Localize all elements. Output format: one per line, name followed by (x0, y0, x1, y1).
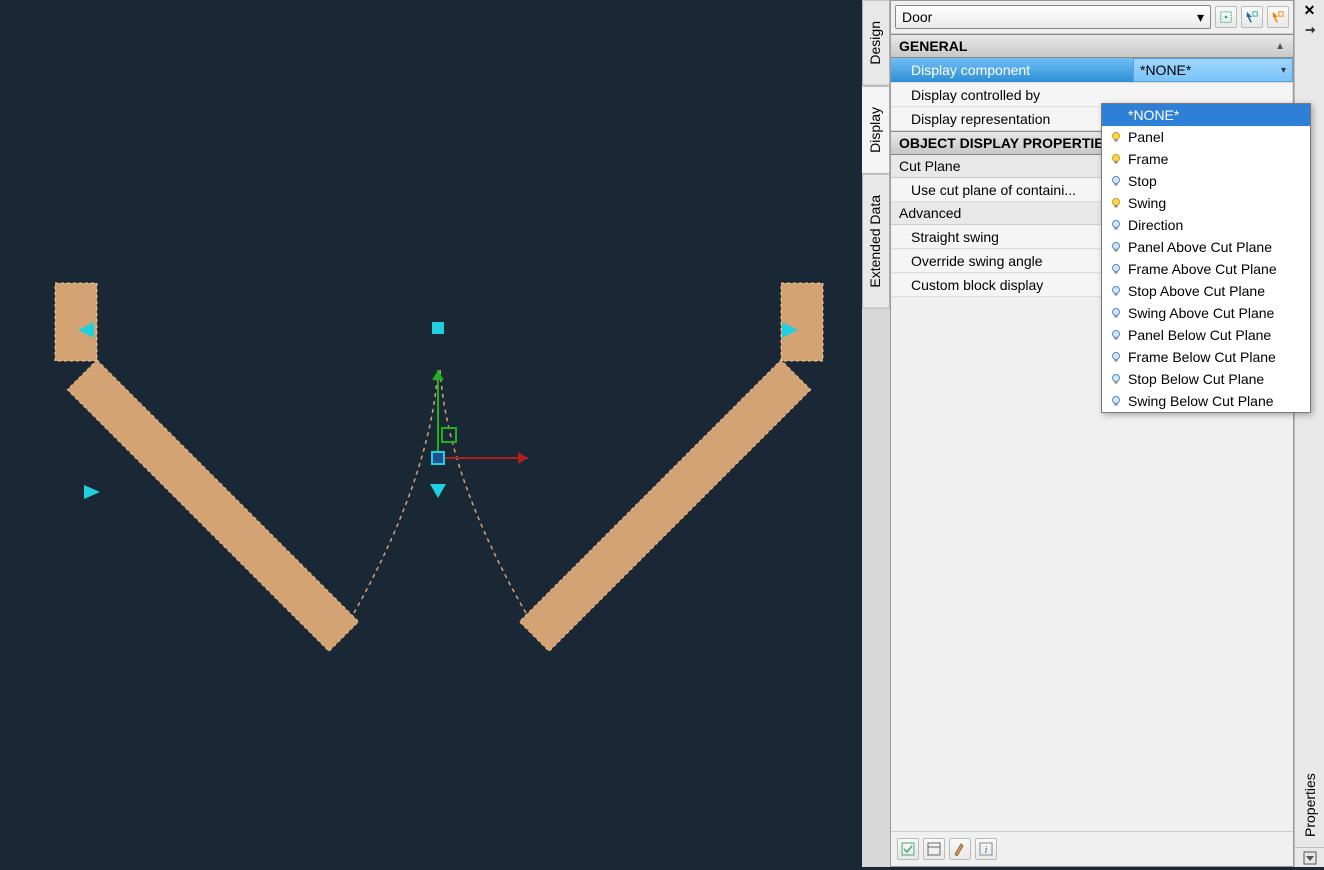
grip-arrow-right-1[interactable] (84, 485, 100, 499)
pin-icon[interactable] (1295, 20, 1324, 40)
drawing-canvas[interactable] (0, 0, 862, 867)
dropdown-option-label: Panel Above Cut Plane (1128, 239, 1272, 255)
door-leaf-right (519, 360, 810, 651)
tab-extended-data[interactable]: Extended Data (862, 174, 890, 309)
dropdown-option[interactable]: Stop Below Cut Plane (1102, 368, 1310, 390)
dropdown-option[interactable]: Panel (1102, 126, 1310, 148)
select-tool-2-icon[interactable] (1241, 6, 1263, 28)
wall-left (55, 283, 97, 361)
footer-btn-info-icon[interactable]: i (975, 838, 997, 860)
dropdown-option[interactable]: Panel Above Cut Plane (1102, 236, 1310, 258)
dropdown-option[interactable]: *NONE* (1102, 104, 1310, 126)
dropdown-option[interactable]: Stop (1102, 170, 1310, 192)
dropdown-option-label: Frame Above Cut Plane (1128, 261, 1277, 277)
object-type-label: Door (902, 9, 932, 25)
chevron-down-icon: ▾ (1197, 9, 1204, 26)
footer-btn-2[interactable] (923, 838, 945, 860)
svg-text:i: i (985, 845, 988, 856)
footer-btn-1[interactable] (897, 838, 919, 860)
dropdown-option-label: Swing Below Cut Plane (1128, 393, 1274, 409)
panel-footer: i (891, 831, 1293, 866)
dropdown-option[interactable]: Swing Above Cut Plane (1102, 302, 1310, 324)
object-type-dropdown[interactable]: Door ▾ (895, 5, 1211, 29)
properties-palette-region: Design Display Extended Data Door ▾ GENE… (862, 0, 1324, 867)
row-display-component[interactable]: Display component *NONE* ▾ (891, 58, 1293, 83)
dropdown-option-label: Swing Above Cut Plane (1128, 305, 1274, 321)
display-component-value[interactable]: *NONE* ▾ (1133, 58, 1293, 82)
dropdown-option-label: Stop Above Cut Plane (1128, 283, 1265, 299)
grip-top[interactable] (432, 322, 444, 334)
dropdown-option-label: Direction (1128, 217, 1183, 233)
select-tool-1-icon[interactable] (1215, 6, 1237, 28)
dropdown-option[interactable]: Panel Below Cut Plane (1102, 324, 1310, 346)
dropdown-option[interactable]: Direction (1102, 214, 1310, 236)
dropdown-option-label: *NONE* (1128, 107, 1179, 123)
tab-display[interactable]: Display (862, 86, 890, 174)
chevron-down-icon: ▾ (1281, 65, 1286, 76)
wall-right (781, 283, 823, 361)
dropdown-option-label: Frame Below Cut Plane (1128, 349, 1276, 365)
close-icon[interactable]: ✕ (1295, 0, 1324, 20)
properties-panel: Door ▾ GENERAL ▲ Display component *NONE… (890, 0, 1294, 867)
dropdown-option-label: Stop Below Cut Plane (1128, 371, 1264, 387)
dropdown-option-label: Panel Below Cut Plane (1128, 327, 1271, 343)
door-drawing (0, 0, 862, 867)
tab-design[interactable]: Design (862, 0, 890, 86)
dropdown-option-label: Panel (1128, 129, 1164, 145)
menu-icon[interactable] (1295, 847, 1324, 867)
door-leaf-left (67, 360, 358, 651)
section-general-header[interactable]: GENERAL ▲ (891, 34, 1293, 58)
grip-center[interactable] (432, 452, 444, 464)
dropdown-option[interactable]: Stop Above Cut Plane (1102, 280, 1310, 302)
dropdown-option[interactable]: Swing (1102, 192, 1310, 214)
dropdown-option[interactable]: Frame Above Cut Plane (1102, 258, 1310, 280)
dropdown-option[interactable]: Swing Below Cut Plane (1102, 390, 1310, 412)
side-tab-strip: Design Display Extended Data (862, 0, 890, 867)
swing-arc-right (440, 370, 530, 620)
dropdown-option-label: Swing (1128, 195, 1166, 211)
dropdown-option-label: Frame (1128, 151, 1168, 167)
select-tool-3-icon[interactable] (1267, 6, 1289, 28)
swing-arc-left (350, 370, 438, 620)
footer-btn-3[interactable] (949, 838, 971, 860)
dropdown-option[interactable]: Frame (1102, 148, 1310, 170)
collapse-icon: ▲ (1275, 41, 1285, 52)
dropdown-option[interactable]: Frame Below Cut Plane (1102, 346, 1310, 368)
display-component-dropdown[interactable]: *NONE* Panel Frame Stop Swing Direction Panel … (1101, 103, 1311, 413)
dropdown-option-label: Stop (1128, 173, 1157, 189)
ucs-icon (432, 370, 528, 464)
grip-arrow-up[interactable] (430, 484, 446, 498)
object-selector-row: Door ▾ (891, 1, 1293, 34)
